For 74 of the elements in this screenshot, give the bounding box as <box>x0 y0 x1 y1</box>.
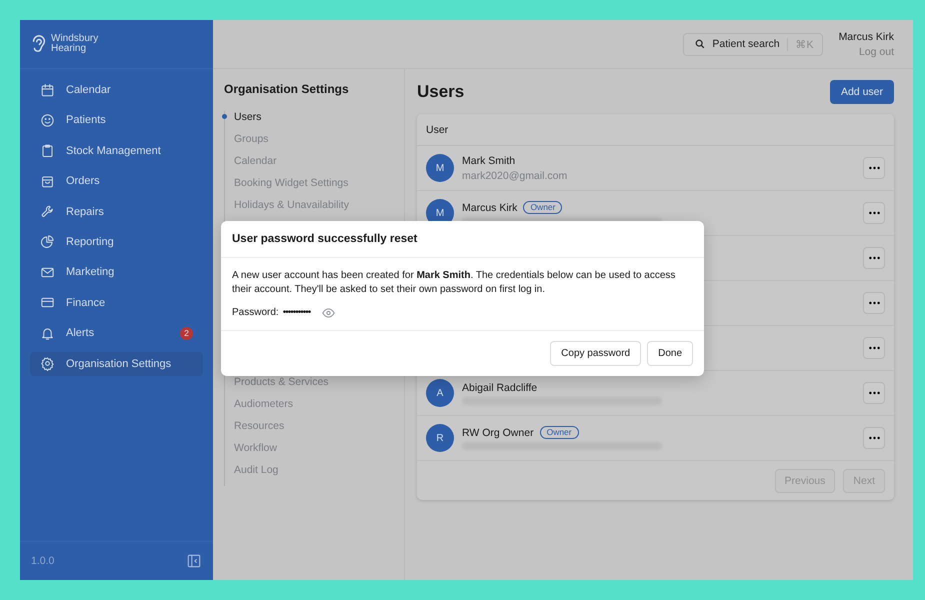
search-placeholder: Patient search <box>712 38 780 50</box>
sidebar-item[interactable]: Marketing <box>30 260 203 284</box>
sidebar-item[interactable]: Patients <box>30 108 203 132</box>
count-badge: 2 <box>180 326 193 340</box>
sidebar-item[interactable]: Repairs <box>30 200 203 224</box>
more-icon <box>868 391 880 395</box>
user-name: Marcus Kirk <box>462 202 518 214</box>
bag-icon <box>40 174 55 189</box>
gear-icon <box>40 356 55 372</box>
version-text: 1.0.0 <box>31 555 54 567</box>
role-badge: Owner <box>540 426 579 439</box>
more-button[interactable] <box>863 292 885 314</box>
sidebar-item[interactable]: Organisation Settings <box>30 352 203 376</box>
more-button[interactable] <box>863 202 885 224</box>
more-icon <box>868 436 880 440</box>
user-name: Marcus Kirk <box>838 30 894 42</box>
sidebar-item-label: Stock Management <box>66 144 162 157</box>
more-icon <box>868 346 880 350</box>
more-icon <box>868 301 880 305</box>
shortcut-hint: ⌘K <box>786 38 814 50</box>
avatar: R <box>426 424 454 452</box>
bell-icon <box>40 326 55 341</box>
smiley-icon <box>40 112 55 128</box>
pie-icon <box>40 234 55 250</box>
dialog-button[interactable]: Copy password <box>550 341 642 366</box>
brand-name: Windsbury Hearing <box>51 34 98 54</box>
dialog-message: A new user account has been created for Mark Smith. The credentials below can be used to access their account. They'll be asked to set their own password on first log in. <box>232 269 676 297</box>
log-out-link[interactable]: Log out <box>858 46 894 58</box>
sidebar-item[interactable]: Alerts 2 <box>30 321 203 346</box>
user-email: mark2020@gmail.com <box>462 170 568 182</box>
settings-title: Organisation Settings <box>224 82 350 96</box>
sidebar-item-label: Finance <box>66 296 106 309</box>
sidebar-item[interactable]: Orders <box>30 169 203 194</box>
sidebar-item-label: Marketing <box>66 266 116 278</box>
collapse-sidebar-icon[interactable] <box>187 554 201 568</box>
user-name: RW Org Owner <box>462 426 534 438</box>
sidebar-item-label: Calendar <box>66 84 112 96</box>
sidebar-item[interactable]: Calendar <box>30 78 203 102</box>
avatar: M <box>426 154 454 182</box>
add-user-button[interactable]: Add user <box>830 80 894 104</box>
sidebar-item-label: Reporting <box>66 236 115 248</box>
column-header: User <box>426 124 448 136</box>
sidebar-item[interactable]: Reporting <box>30 230 203 254</box>
page-title: Users <box>417 82 464 102</box>
more-button[interactable] <box>863 337 885 359</box>
search-icon <box>695 39 706 49</box>
eye-icon[interactable] <box>322 308 336 318</box>
sidebar-item-label: Alerts <box>66 327 96 340</box>
wrench-icon <box>40 204 55 220</box>
sidebar-item-label: Patients <box>66 114 107 126</box>
avatar: A <box>426 379 454 407</box>
user-name: Mark Smith <box>462 154 516 166</box>
patient-search-button[interactable]: Patient search ⌘K <box>683 32 823 56</box>
more-button[interactable] <box>863 382 885 404</box>
user-name: Abigail Radcliffe <box>462 382 538 394</box>
more-button[interactable] <box>863 427 885 449</box>
settings-nav-item[interactable]: Users <box>225 111 404 133</box>
sidebar-item-label: Organisation Settings <box>66 358 172 370</box>
sidebar-item-label: Orders <box>66 175 101 188</box>
clipboard-icon <box>40 143 55 158</box>
more-icon <box>868 256 880 260</box>
sidebar-item[interactable]: Stock Management <box>30 138 203 163</box>
more-icon <box>868 166 880 170</box>
more-button[interactable] <box>863 247 885 269</box>
password-label: Password: <box>232 307 279 318</box>
calendar-icon <box>40 82 55 98</box>
more-button[interactable] <box>863 157 885 179</box>
role-badge: Owner <box>523 201 562 214</box>
dialog-button[interactable]: Done <box>647 341 693 366</box>
sidebar-item[interactable]: Finance <box>30 290 203 315</box>
more-icon <box>868 211 880 215</box>
dialog-title: User password successfully reset <box>221 221 704 258</box>
masked-password: ••••••••••• <box>282 307 310 318</box>
sidebar-item-label: Repairs <box>66 206 105 218</box>
